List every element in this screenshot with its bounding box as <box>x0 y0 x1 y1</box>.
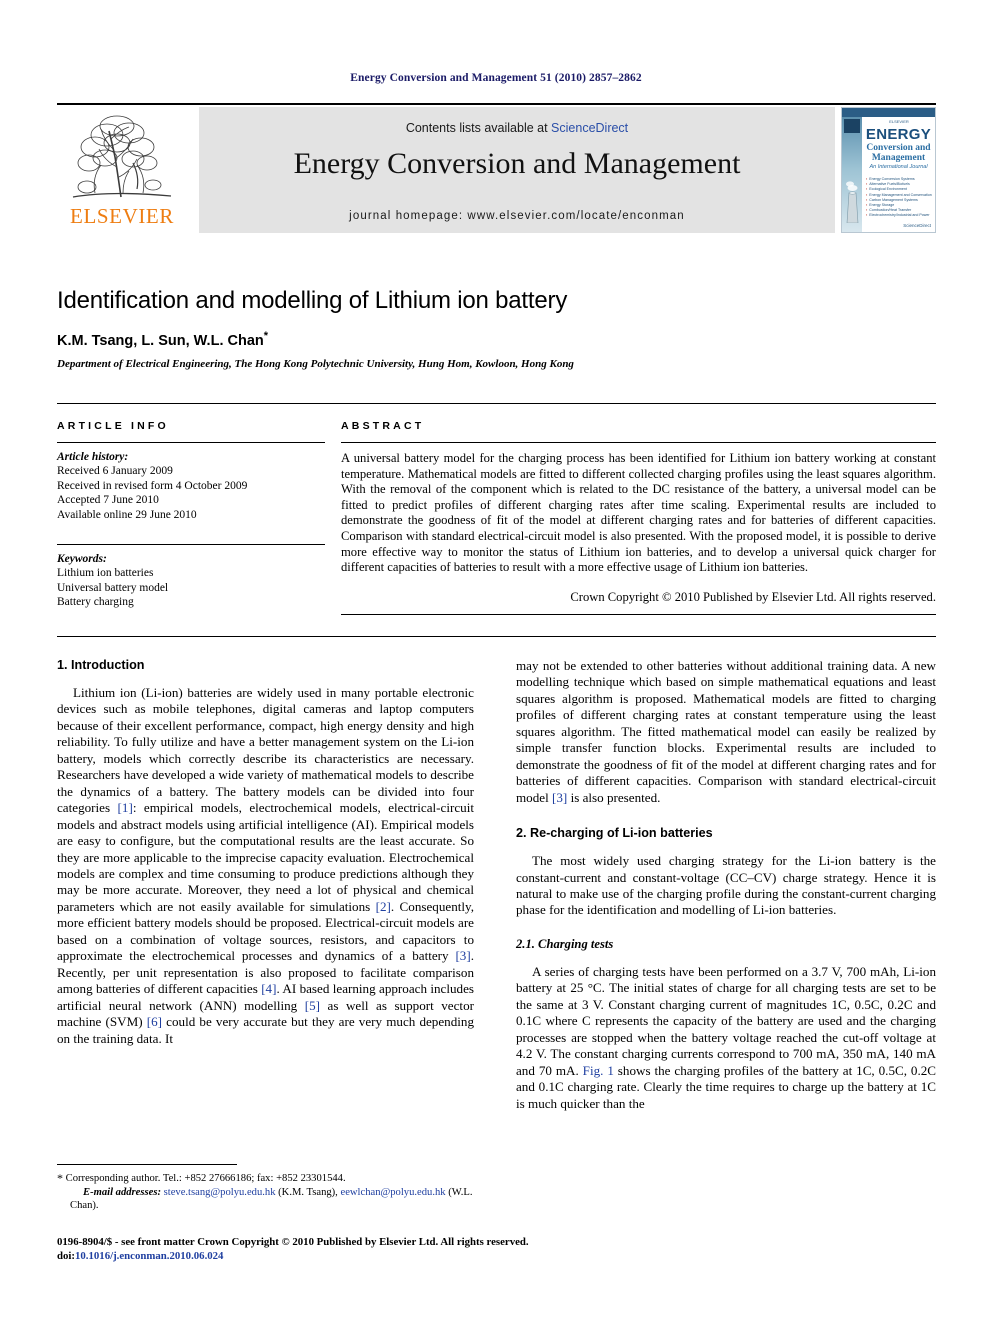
paragraph-text: Lithium ion (Li-ion) batteries are widel… <box>57 685 474 816</box>
journal-homepage[interactable]: journal homepage: www.elsevier.com/locat… <box>199 210 835 222</box>
keywords-heading: Keywords: <box>57 553 107 565</box>
contents-available-line: Contents lists available at ScienceDirec… <box>199 121 835 135</box>
issn-copyright-line: 0196-8904/$ - see front matter Crown Cop… <box>57 1236 529 1248</box>
author-names: K.M. Tsang, L. Sun, W.L. Chan <box>57 332 264 349</box>
elsevier-tree-icon <box>72 115 172 198</box>
abstract-column: ABSTRACT A universal battery model for t… <box>341 420 936 605</box>
article-info-column: ARTICLE INFO Article history: Received 6… <box>57 420 325 610</box>
contents-prefix: Contents lists available at <box>405 121 552 135</box>
keyword-item: Battery charging <box>57 596 134 608</box>
abstract-rule <box>341 442 936 443</box>
email-addresses-note: E-mail addresses: steve.tsang@polyu.edu.… <box>57 1186 487 1213</box>
email-owner-1: (K.M. Tsang), <box>278 1186 338 1198</box>
footnote-block: * Corresponding author. Tel.: +852 27666… <box>57 1171 487 1213</box>
citation-ref-1[interactable]: [1] <box>118 800 133 815</box>
paragraph-text: may not be extended to other batteries w… <box>516 658 936 805</box>
paragraph-text: A series of charging tests have been per… <box>516 963 936 1078</box>
article-info-label: ARTICLE INFO <box>57 420 169 432</box>
masthead-top-rule <box>57 103 936 105</box>
article-info-rule <box>57 442 325 443</box>
publication-footer: 0196-8904/$ - see front matter Crown Cop… <box>57 1236 757 1263</box>
doi-label: doi: <box>57 1249 75 1262</box>
article-history-item: Available online 29 June 2010 <box>57 508 197 521</box>
email-link-1[interactable]: steve.tsang@polyu.edu.hk <box>164 1187 276 1198</box>
cover-title: ENERGY <box>865 126 932 143</box>
info-bottom-rule <box>57 636 936 637</box>
footnote-rule <box>57 1164 237 1165</box>
keyword-item: Universal battery model <box>57 581 169 594</box>
page-title: Identification and modelling of Lithium … <box>57 287 568 314</box>
abstract-text: A universal battery model for the chargi… <box>341 451 936 575</box>
body-column-left: 1. Introduction Lithium ion (Li-ion) bat… <box>57 658 474 1047</box>
paragraph-text: : empirical models, electrochemical mode… <box>57 800 474 914</box>
keywords-rule <box>57 544 325 545</box>
paragraph-intro: Lithium ion (Li-ion) batteries are widel… <box>57 685 474 1047</box>
journal-cover-thumbnail[interactable]: ELSEVIER ENERGY Conversion and Managemen… <box>841 107 936 233</box>
cover-topic: Electrochemistry/Industrial and Power <box>866 213 932 218</box>
corresponding-author-note: * Corresponding author. Tel.: +852 27666… <box>57 1171 487 1186</box>
article-history-item: Accepted 7 June 2010 <box>57 494 159 506</box>
paper-page: Energy Conversion and Management 51 (201… <box>0 0 992 1323</box>
cover-publisher-badge <box>844 119 860 133</box>
journal-masthead: ELSEVIER Contents lists available at Sci… <box>57 103 936 236</box>
citation-ref-4[interactable]: [4] <box>261 981 276 996</box>
cover-footer-text: ScienceDirect <box>903 223 931 228</box>
cover-top-band <box>842 108 935 117</box>
cover-subtitle-3: An International Journal <box>869 164 928 170</box>
subsection-heading-charging-tests: 2.1. Charging tests <box>516 936 614 951</box>
journal-title: Energy Conversion and Management <box>293 147 741 180</box>
cover-topic-list: Energy Conversion Systems Alternative Fu… <box>866 177 932 219</box>
citation-ref-5[interactable]: [5] <box>305 998 320 1013</box>
corresponding-author-text: Corresponding author. Tel.: +852 2766618… <box>65 1173 346 1185</box>
citation-ref-6[interactable]: [6] <box>147 1014 162 1029</box>
abstract-copyright: Crown Copyright © 2010 Published by Else… <box>570 589 936 604</box>
elsevier-wordmark: ELSEVIER <box>70 204 174 228</box>
elsevier-logo: ELSEVIER <box>61 113 183 231</box>
abstract-label: ABSTRACT <box>341 420 425 432</box>
citation-ref-2[interactable]: [2] <box>376 899 391 914</box>
asterisk-icon: * <box>57 1171 63 1185</box>
article-history-heading: Article history: <box>57 451 129 463</box>
info-top-rule <box>57 403 936 404</box>
corresponding-author-marker: * <box>263 330 269 342</box>
paragraph-text: is also presented. <box>567 789 661 805</box>
paragraph-section2: The most widely used charging strategy f… <box>516 853 936 918</box>
paragraph-intro-continued: may not be extended to other batteries w… <box>516 658 936 806</box>
running-head: Energy Conversion and Management 51 (201… <box>350 72 642 84</box>
figure-ref-1[interactable]: Fig. 1 <box>583 1063 614 1078</box>
body-column-right: may not be extended to other batteries w… <box>516 658 936 1112</box>
cover-subtitle-1: Conversion and <box>866 143 931 153</box>
paragraph-charging-tests: A series of charging tests have been per… <box>516 964 936 1112</box>
cover-publisher-name: ELSEVIER <box>889 119 909 124</box>
doi-line: doi:10.1016/j.enconman.2010.06.024 <box>57 1250 757 1264</box>
citation-ref-3[interactable]: [3] <box>455 948 470 963</box>
keyword-item: Lithium ion batteries <box>57 567 154 579</box>
article-history-item: Received in revised form 4 October 2009 <box>57 479 248 492</box>
cooling-tower-icon <box>846 181 859 223</box>
email-link-2[interactable]: eewlchan@polyu.edu.hk <box>341 1187 446 1198</box>
citation-ref-3[interactable]: [3] <box>552 790 567 805</box>
doi-value[interactable]: 10.1016/j.enconman.2010.06.024 <box>75 1250 223 1262</box>
author-list: K.M. Tsang, L. Sun, W.L. Chan* <box>57 330 757 349</box>
affiliation: Department of Electrical Engineering, Th… <box>57 358 574 370</box>
sciencedirect-link[interactable]: ScienceDirect <box>551 121 628 135</box>
email-addresses-label: E-mail addresses: <box>83 1186 161 1198</box>
section-heading-recharging: 2. Re-charging of Li-ion batteries <box>516 826 713 841</box>
journal-banner: Contents lists available at ScienceDirec… <box>199 107 835 233</box>
article-history-item: Received 6 January 2009 <box>57 465 173 477</box>
cover-subtitle-2: Management <box>871 153 926 163</box>
abstract-bottom-rule <box>341 614 936 615</box>
section-heading-introduction: 1. Introduction <box>57 658 145 672</box>
